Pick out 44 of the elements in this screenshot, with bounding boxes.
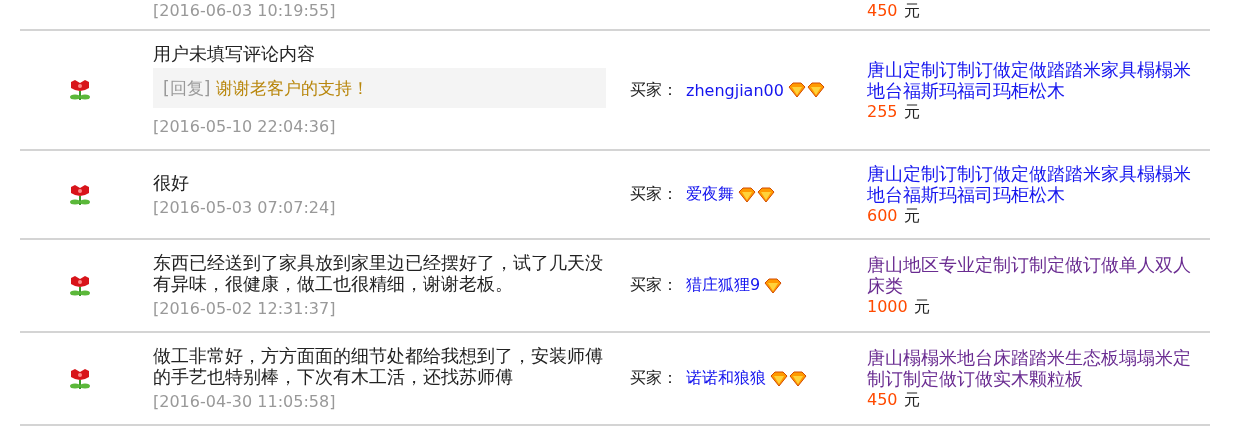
review-text: 做工非常好，方方面面的细节处都给我想到了，安装师傅的手艺也特别棒，下次有木工活，还找苏师傅 <box>153 345 604 387</box>
review-text: 用户未填写评论内容 <box>153 43 316 64</box>
review-timestamp: [2016-05-02 12:31:37] <box>153 298 337 319</box>
currency: 元 <box>903 205 920 226</box>
flower-icon <box>69 273 91 298</box>
currency: 元 <box>903 0 920 21</box>
flower-icon <box>69 366 91 391</box>
buyer-link[interactable]: zhengjian00 <box>686 80 784 100</box>
buyer-link[interactable]: 爱夜舞 <box>686 184 734 205</box>
currency: 元 <box>903 100 920 122</box>
review-text: 东西已经送到了家具放到家里边已经摆好了，试了几天没有异味，很健康，做工也很精细，谢谢老板。 <box>153 252 604 294</box>
price: 450 <box>867 0 898 21</box>
review-timestamp: [2016-06-03 10:19:55] <box>153 0 337 21</box>
buyer-link[interactable]: 猎庄狐狸9 <box>686 275 761 296</box>
flower-icon <box>69 182 91 207</box>
review-timestamp: [2016-04-30 11:05:58] <box>153 391 337 412</box>
currency: 元 <box>913 296 930 317</box>
diamond-icon <box>789 370 807 387</box>
diamond-icon <box>757 186 775 203</box>
buyer-label: 买家： <box>630 184 678 205</box>
diamond-icon <box>738 186 756 203</box>
price: 600 <box>867 205 898 226</box>
reply-text: 谢谢老客户的支持！ <box>216 76 370 100</box>
diamond-icon <box>787 82 806 98</box>
reply-label: [回复] <box>163 76 211 100</box>
diamond-icon <box>770 370 788 387</box>
diamond-icon <box>806 82 825 98</box>
diamond-icon <box>764 277 783 294</box>
product-link[interactable]: 唐山地区专业定制订制定做订做单人双人床类 <box>867 254 1197 296</box>
flower-icon <box>69 78 91 102</box>
review-timestamp: [2016-05-03 07:07:24] <box>153 196 337 218</box>
review-timestamp: [2016-05-10 22:04:36] <box>153 116 337 137</box>
price: 450 <box>867 389 898 410</box>
price: 1000 <box>867 296 908 317</box>
price: 255 <box>867 100 898 122</box>
buyer-label: 买家： <box>630 79 678 101</box>
product-link[interactable]: 唐山定制订制订做定做踏踏米家具榻榻米地台福斯玛福司玛柜松木 <box>867 58 1197 101</box>
buyer-label: 买家： <box>630 368 678 389</box>
product-link[interactable]: 唐山榻榻米地台床踏踏米生态板塌塌米定制订制定做订做实木颗粒板 <box>867 347 1197 389</box>
buyer-label: 买家： <box>630 275 678 296</box>
review-text: 很好 <box>153 171 190 193</box>
currency: 元 <box>903 389 920 410</box>
product-link[interactable]: 唐山定制订制订做定做踏踏米家具榻榻米地台福斯玛福司玛柜松木 <box>867 163 1197 205</box>
buyer-link[interactable]: 诺诺和狼狼 <box>686 368 766 389</box>
